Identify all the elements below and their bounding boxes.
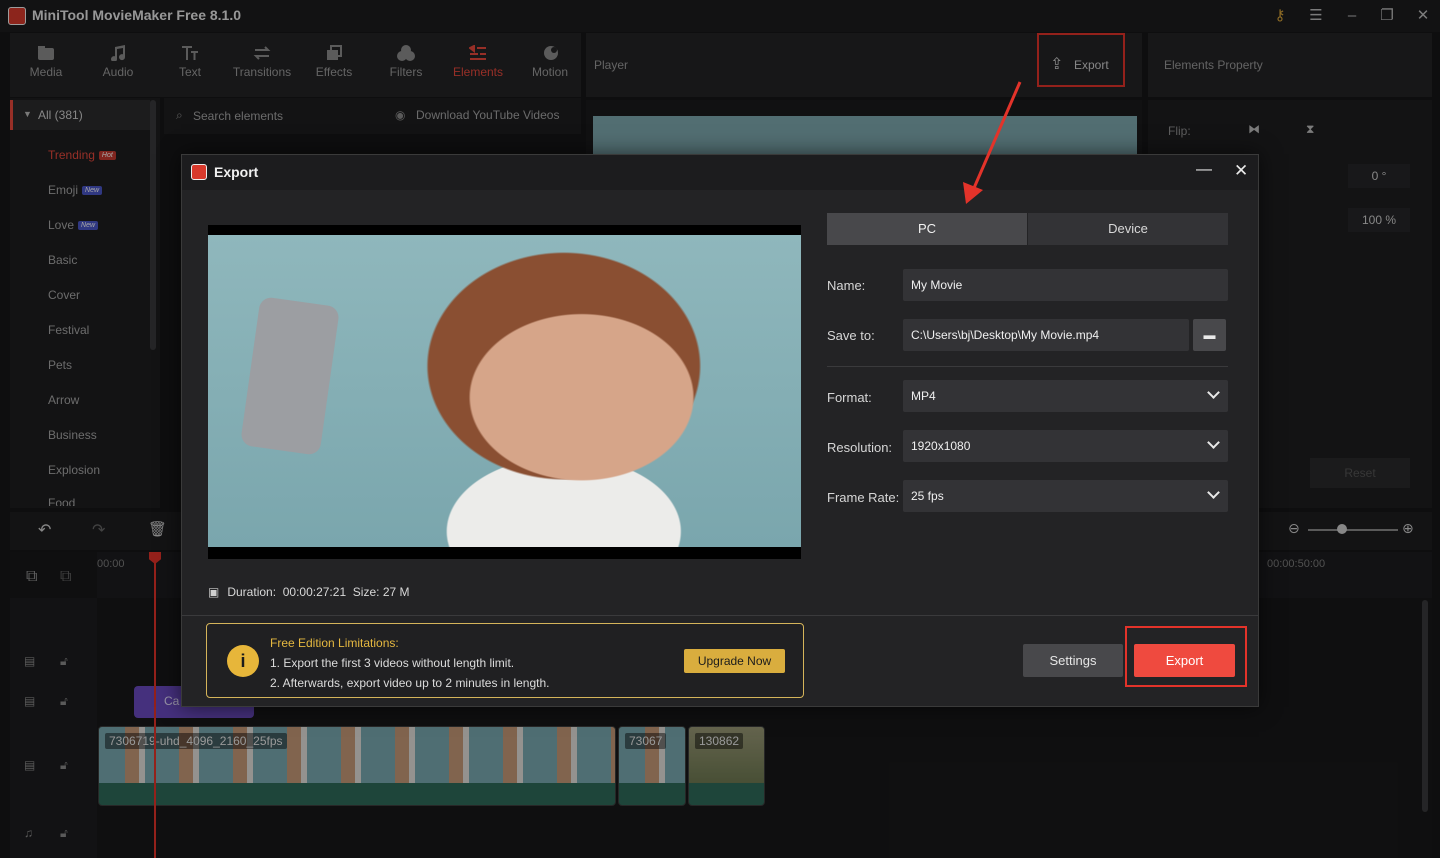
upgrade-now-button[interactable]: Upgrade Now <box>684 649 785 673</box>
limitation-line-1: 1. Export the first 3 videos without len… <box>270 656 515 670</box>
resolution-label: Resolution: <box>827 440 893 455</box>
tab-device[interactable]: Device <box>1028 213 1228 245</box>
limitations-title: Free Edition Limitations: <box>270 636 399 650</box>
resolution-select[interactable]: 1920x1080 <box>903 430 1228 462</box>
export-button[interactable]: Export <box>1134 644 1235 677</box>
limitation-line-2: 2. Afterwards, export video up to 2 minu… <box>270 676 550 690</box>
info-icon: i <box>227 645 259 677</box>
browse-folder-icon[interactable]: ▬ <box>1193 319 1226 351</box>
chevron-down-icon <box>1207 436 1220 449</box>
film-icon: ▣ <box>208 585 220 599</box>
size-label: Size: <box>352 585 380 599</box>
duration-value: 00:00:27:21 <box>282 585 347 599</box>
form-divider <box>827 366 1228 367</box>
format-label: Format: <box>827 390 872 405</box>
duration-label: Duration: <box>227 585 277 599</box>
duration-size-line: ▣ Duration: 00:00:27:21 Size: 27 M <box>208 585 410 599</box>
export-dialog-title: Export <box>214 164 259 180</box>
save-path-field[interactable]: C:\Users\bj\Desktop\My Movie.mp4 <box>903 319 1189 351</box>
format-value: MP4 <box>911 389 936 403</box>
app-logo-icon <box>191 164 207 180</box>
framerate-select[interactable]: 25 fps <box>903 480 1228 512</box>
dialog-minimize-icon[interactable]: — <box>1196 161 1212 179</box>
export-dialog: Export — ✕ ▣ Duration: 00:00:27:21 Size: … <box>181 154 1259 707</box>
format-select[interactable]: MP4 <box>903 380 1228 412</box>
video-preview <box>208 225 801 559</box>
chevron-down-icon <box>1207 486 1220 499</box>
settings-button[interactable]: Settings <box>1023 644 1123 677</box>
save-to-label: Save to: <box>827 328 875 343</box>
framerate-label: Frame Rate: <box>827 490 900 505</box>
size-value: 27 M <box>382 585 410 599</box>
dialog-close-icon[interactable]: ✕ <box>1234 161 1248 181</box>
chevron-down-icon <box>1207 386 1220 399</box>
framerate-value: 25 fps <box>911 489 944 503</box>
tab-pc[interactable]: PC <box>827 213 1027 245</box>
name-field[interactable]: My Movie <box>903 269 1228 301</box>
name-label: Name: <box>827 278 866 293</box>
resolution-value: 1920x1080 <box>911 439 971 453</box>
footer-divider <box>182 615 1258 616</box>
limitations-notice: i Free Edition Limitations: 1. Export th… <box>206 623 804 698</box>
export-dialog-header <box>182 155 1258 190</box>
